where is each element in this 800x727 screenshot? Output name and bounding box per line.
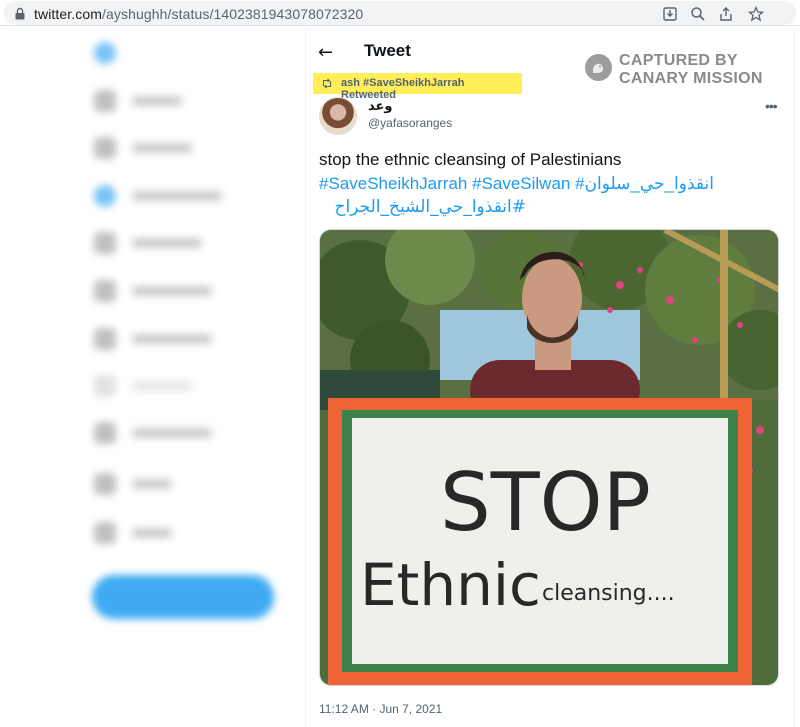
tweet-hashtag-arabic[interactable]: #انقذوا_حي_الشيخ_الجراح xyxy=(319,197,526,217)
address-bar[interactable]: twitter.com/ayshughh/status/140238194307… xyxy=(4,1,796,25)
bird-icon xyxy=(593,63,603,73)
avatar[interactable] xyxy=(319,97,357,135)
sidebar-item-more[interactable] xyxy=(94,473,172,495)
tweet-text-line1: stop the ethnic cleansing of Palestinian… xyxy=(319,150,622,169)
more-circle-icon xyxy=(94,473,116,495)
sidebar-item-label xyxy=(132,238,202,248)
protest-sign-photo: STOP Ethnic cleansing.... xyxy=(320,230,778,685)
canary-logo-icon xyxy=(585,54,612,81)
sidebar-item-profile[interactable] xyxy=(94,422,212,444)
browser-toolbar: twitter.com/ayshughh/status/140238194307… xyxy=(0,0,800,26)
install-icon[interactable] xyxy=(661,5,679,23)
url-text[interactable]: twitter.com/ayshughh/status/140238194307… xyxy=(34,6,363,22)
tweet-hashtags-line[interactable]: #SaveSheikhJarrah #SaveSilwan #انقذوا_حي… xyxy=(319,174,714,194)
screenshot-root: twitter.com/ayshughh/status/140238194307… xyxy=(0,0,800,727)
sidebar-item-label xyxy=(132,96,182,106)
retweet-icon xyxy=(322,78,332,89)
compose-tweet-button[interactable] xyxy=(92,575,274,619)
sidebar-item-bookmarks[interactable] xyxy=(94,280,212,302)
sidebar-item-home[interactable] xyxy=(94,90,182,112)
bird-icon xyxy=(94,42,116,64)
watermark-text: CAPTURED BY CANARY MISSION xyxy=(619,52,763,88)
sidebar-item-explore[interactable] xyxy=(94,137,192,159)
watermark-line1: CAPTURED BY xyxy=(619,52,738,69)
watermark-line2: CANARY MISSION xyxy=(619,70,763,87)
url-host: twitter.com xyxy=(34,6,103,22)
star-icon[interactable] xyxy=(747,5,765,23)
sidebar-item-topics[interactable] xyxy=(94,375,192,397)
profile-icon xyxy=(94,422,116,444)
page-title: Tweet xyxy=(364,41,411,60)
messages-icon xyxy=(94,232,116,254)
tweet-photo[interactable]: STOP Ethnic cleansing.... xyxy=(319,229,779,686)
sidebar-item-label xyxy=(132,191,222,201)
sidebar-item-label xyxy=(132,143,192,153)
tweet-timestamp[interactable]: 11:12 AM · Jun 7, 2021 xyxy=(319,702,442,716)
sidebar-item-messages[interactable] xyxy=(94,232,202,254)
retweet-context-highlight: ash #SaveSheikhJarrah Retweeted xyxy=(313,73,522,101)
sidebar-item-lists[interactable] xyxy=(94,328,212,350)
bookmarks-icon xyxy=(94,280,116,302)
extra-icon xyxy=(94,522,116,544)
zoom-icon[interactable] xyxy=(689,5,707,23)
home-icon xyxy=(94,90,116,112)
topics-icon xyxy=(94,375,116,397)
lists-icon xyxy=(94,328,116,350)
more-icon[interactable]: ••• xyxy=(765,98,778,114)
watermark: CAPTURED BY CANARY MISSION xyxy=(585,52,775,88)
notifications-icon xyxy=(94,185,116,207)
back-arrow-icon[interactable]: ← xyxy=(318,42,333,63)
explore-icon xyxy=(94,137,116,159)
sidebar-logo[interactable] xyxy=(94,42,132,64)
sidebar-item-extra[interactable] xyxy=(94,522,172,544)
sidebar-item-label xyxy=(132,381,192,391)
sidebar-item-label xyxy=(132,528,172,538)
lock-icon[interactable] xyxy=(14,7,26,20)
url-path: /ayshughh/status/1402381943078072320 xyxy=(102,6,364,22)
sidebar-nav-blurred xyxy=(80,30,300,630)
author-display-name[interactable]: وعد xyxy=(368,99,392,114)
author-handle[interactable]: @yafasoranges xyxy=(368,116,452,130)
sidebar-item-label xyxy=(132,428,212,438)
sidebar-item-label xyxy=(132,286,212,296)
retweet-context-text[interactable]: ash #SaveSheikhJarrah Retweeted xyxy=(341,77,522,101)
sidebar-item-label xyxy=(132,479,172,489)
sidebar-item-label xyxy=(132,334,212,344)
sidebar-item-notifications[interactable] xyxy=(94,185,222,207)
share-icon[interactable] xyxy=(717,5,735,23)
